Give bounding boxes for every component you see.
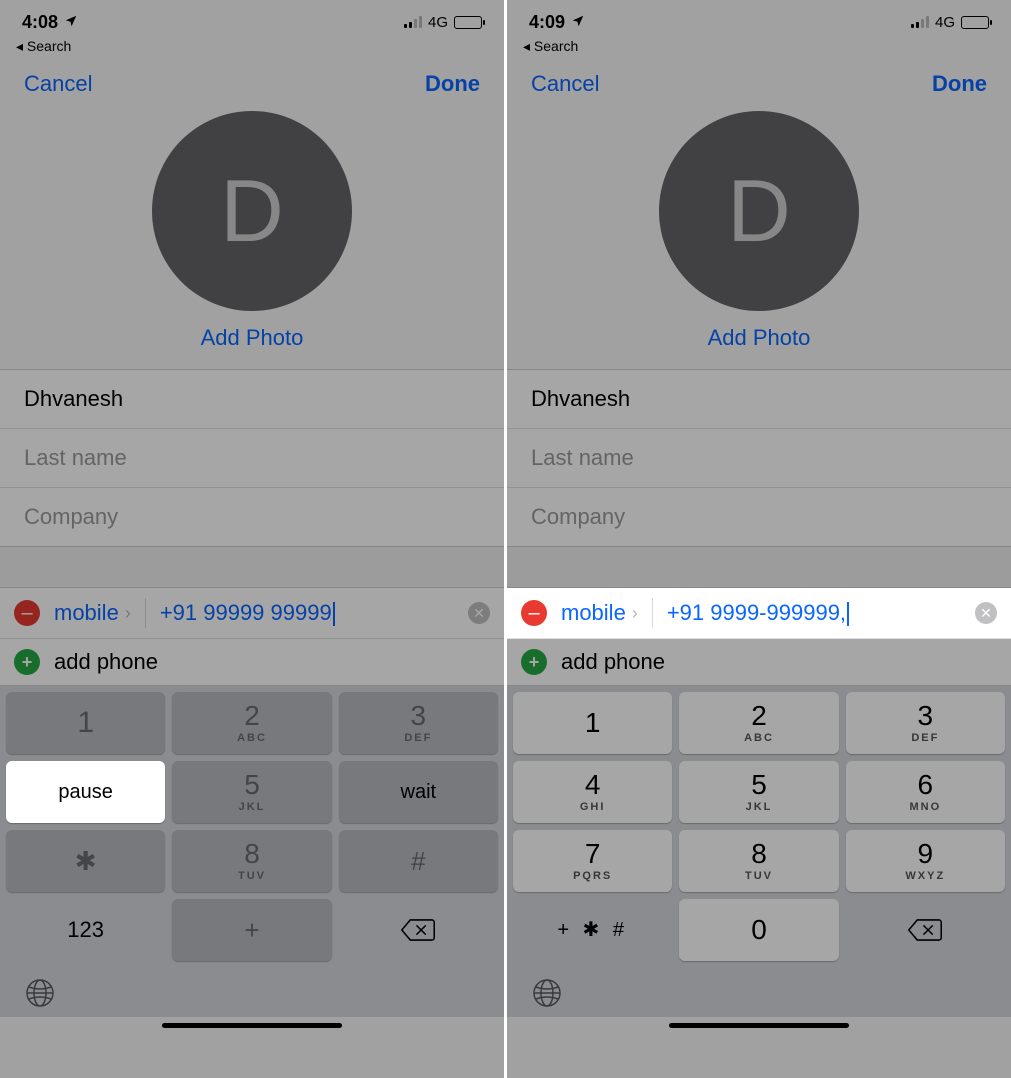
status-bar: 4:09 4G [507,0,1011,36]
add-phone-icon[interactable]: + [14,649,40,675]
key-wait[interactable]: wait [339,761,498,823]
avatar-initial: D [727,160,791,262]
phone-number-input[interactable]: +91 99999 99999 [160,600,454,626]
home-indicator[interactable] [669,1023,849,1028]
key-8[interactable]: 8TUV [679,830,838,892]
nav-bar: Cancel Done [0,61,504,103]
network-label: 4G [935,14,955,31]
network-label: 4G [428,14,448,31]
back-to-search[interactable]: ◂ Search [507,36,1011,61]
first-name-field[interactable]: Dhvanesh [0,370,504,429]
remove-phone-icon[interactable]: – [14,600,40,626]
globe-icon[interactable] [24,977,56,1009]
time: 4:08 [22,12,58,33]
add-photo-button[interactable]: Add Photo [708,325,811,351]
remove-phone-icon[interactable]: – [521,600,547,626]
key-1[interactable]: 1 [6,692,165,754]
key-5[interactable]: 5JKL [172,761,331,823]
signal-icon [911,16,929,28]
key-plus[interactable]: + [172,899,331,961]
key-pause[interactable]: pause [6,761,165,823]
last-name-field[interactable]: Last name [507,429,1011,488]
clear-icon[interactable]: ✕ [468,602,490,624]
signal-icon [404,16,422,28]
home-indicator[interactable] [162,1023,342,1028]
phone-label-select[interactable]: mobile › [54,600,131,626]
phone-label-select[interactable]: mobile › [561,600,638,626]
battery-icon [961,16,989,29]
key-7[interactable]: 7PQRS [513,830,672,892]
key-1[interactable]: 1 [513,692,672,754]
clear-icon[interactable]: ✕ [975,602,997,624]
status-bar: 4:08 4G [0,0,504,36]
avatar[interactable]: D [152,111,352,311]
globe-icon[interactable] [531,977,563,1009]
avatar[interactable]: D [659,111,859,311]
add-phone-row[interactable]: + add phone [0,639,504,685]
key-hash[interactable]: # [339,830,498,892]
key-2[interactable]: 2ABC [172,692,331,754]
cancel-button[interactable]: Cancel [531,71,599,97]
phone-entry-row[interactable]: – mobile › +91 99999 99999 ✕ [0,588,504,639]
keypad: 1 2ABC 3DEF 4GHI 5JKL 6MNO 7PQRS 8TUV 9W… [507,686,1011,967]
phone-number-input[interactable]: +91 9999-999999, [667,600,961,626]
done-button[interactable]: Done [425,71,480,97]
key-5[interactable]: 5JKL [679,761,838,823]
avatar-initial: D [220,160,284,262]
left-screenshot: 4:08 4G ◂ Search Cancel Done D Add Photo [0,0,504,1078]
backspace-key[interactable] [339,899,498,961]
chevron-right-icon: › [632,603,638,624]
key-2[interactable]: 2ABC [679,692,838,754]
company-field[interactable]: Company [507,488,1011,546]
back-to-search[interactable]: ◂ Search [0,36,504,61]
done-button[interactable]: Done [932,71,987,97]
company-field[interactable]: Company [0,488,504,546]
last-name-field[interactable]: Last name [0,429,504,488]
battery-icon [454,16,482,29]
right-screenshot: 4:09 4G ◂ Search Cancel Done D Add Photo [507,0,1011,1078]
chevron-right-icon: › [125,603,131,624]
cancel-button[interactable]: Cancel [24,71,92,97]
key-symbols[interactable]: + ✱ # [513,899,672,961]
backspace-key[interactable] [846,899,1005,961]
add-phone-icon[interactable]: + [521,649,547,675]
key-star[interactable]: ✱ [6,830,165,892]
add-phone-row[interactable]: + add phone [507,639,1011,685]
nav-bar: Cancel Done [507,61,1011,103]
first-name-field[interactable]: Dhvanesh [507,370,1011,429]
key-3[interactable]: 3DEF [339,692,498,754]
key-0[interactable]: 0 [679,899,838,961]
key-8[interactable]: 8TUV [172,830,331,892]
key-6[interactable]: 6MNO [846,761,1005,823]
location-icon [64,12,78,33]
location-icon [571,12,585,33]
key-123[interactable]: 123 [6,899,165,961]
keypad: 1 2ABC 3DEF pause 5JKL wait ✱ 8TUV # 123… [0,686,504,967]
add-photo-button[interactable]: Add Photo [201,325,304,351]
key-4[interactable]: 4GHI [513,761,672,823]
key-9[interactable]: 9WXYZ [846,830,1005,892]
time: 4:09 [529,12,565,33]
key-3[interactable]: 3DEF [846,692,1005,754]
phone-entry-row[interactable]: – mobile › +91 9999-999999, ✕ [507,588,1011,639]
